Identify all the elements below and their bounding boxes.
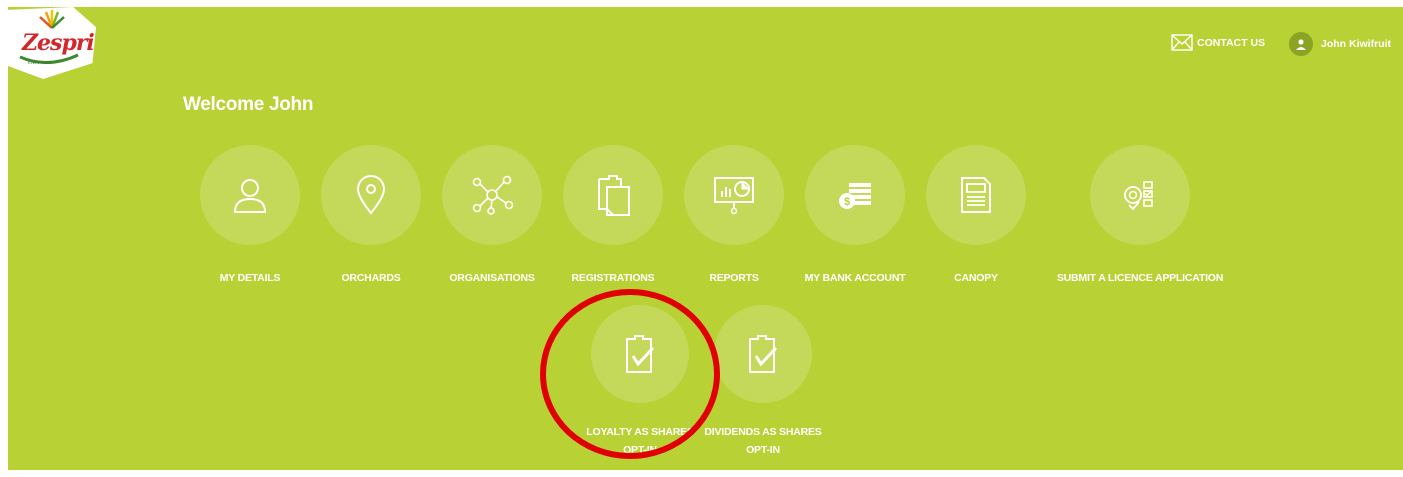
user-icon [233, 179, 267, 213]
tile-circle [714, 305, 812, 403]
clipboard-check-icon [626, 335, 655, 373]
tile-label-line1: DIVIDENDS AS SHARES [704, 426, 822, 438]
logo-subtitle: KIWIFRUIT [28, 60, 52, 65]
tile-circle [591, 305, 689, 403]
tile-canopy[interactable]: CANOPY [901, 145, 1051, 287]
welcome-heading: Welcome John [183, 94, 314, 115]
tile-circle [442, 145, 542, 245]
user-avatar-icon [1296, 39, 1306, 50]
licence-application-icon [1124, 181, 1153, 211]
tile-circle [926, 145, 1026, 245]
tile-submit-licence-application[interactable]: SUBMIT A LICENCE APPLICATION [1040, 145, 1240, 287]
tile-circle [200, 145, 300, 245]
tile-circle [1090, 145, 1190, 245]
user-menu[interactable]: John Kiwifruit [1289, 32, 1391, 56]
network-icon [472, 175, 513, 215]
avatar [1289, 32, 1313, 56]
tile-dividends-as-shares[interactable]: DIVIDENDS AS SHARES OPT-IN [688, 305, 838, 459]
envelope-icon [1171, 34, 1193, 51]
tile-circle: $ [805, 145, 905, 245]
document-icon [961, 177, 991, 213]
map-pin-icon [356, 175, 386, 215]
contact-us-label: CONTACT US [1197, 36, 1266, 49]
presentation-chart-icon [714, 177, 754, 215]
tile-label-line2: OPT-IN [746, 444, 780, 456]
money-stack-icon: $ [839, 183, 871, 209]
tile-label: SUBMIT A LICENCE APPLICATION [1056, 272, 1224, 284]
svg-text:$: $ [844, 196, 850, 208]
clipboard-copy-icon [598, 175, 630, 216]
tile-circle [563, 145, 663, 245]
user-name: John Kiwifruit [1321, 38, 1391, 50]
tile-circle [321, 145, 421, 245]
contact-us-link[interactable]: CONTACT US [1171, 34, 1265, 51]
tile-circle [684, 145, 784, 245]
zespri-logo[interactable]: Zespri KIWIFRUIT [8, 7, 96, 79]
leaves-icon [39, 10, 65, 29]
tile-label: CANOPY [954, 272, 998, 284]
clipboard-check-icon [749, 335, 778, 373]
main-panel: Zespri KIWIFRUIT CONTACT US John Kiwifru… [8, 7, 1403, 470]
